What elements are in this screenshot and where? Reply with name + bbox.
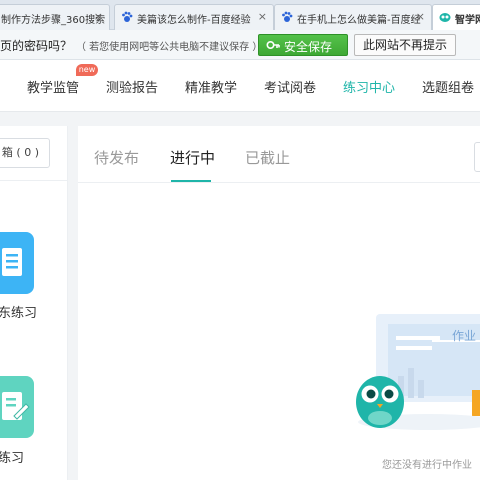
practice-card-1-label[interactable]: 东练习 [0, 302, 37, 321]
close-icon[interactable]: × [416, 10, 425, 23]
box-button[interactable]: 箱 ( 0 ) [0, 138, 50, 168]
panel-gutter [68, 126, 78, 480]
browser-tab-title: 智学网 [455, 15, 480, 26]
browser-tab-title: 制作方法步骤_360搜索 [1, 15, 106, 26]
practice-card-1[interactable] [0, 232, 34, 294]
divider [0, 180, 68, 181]
section-gap [0, 112, 480, 126]
top-nav: 教学监管 new 测验报告 精准教学 考试阅卷 练习中心 选题组卷 [0, 60, 480, 112]
browser-tab-title: 美篇该怎么制作-百度经验 [137, 15, 251, 26]
paw-icon [282, 11, 293, 22]
close-icon[interactable]: × [94, 10, 103, 23]
practice-card-2-label[interactable]: 练习 [0, 447, 24, 466]
nav-item-question-builder[interactable]: 选题组卷 [422, 77, 474, 96]
browser-tab-1[interactable]: 制作方法步骤_360搜索 × [0, 4, 110, 30]
safe-save-button[interactable]: 安全保存 [258, 34, 348, 56]
tab-pending[interactable]: 待发布 [94, 147, 139, 168]
nav-item-exam-grading[interactable]: 考试阅卷 [264, 77, 316, 96]
browser-tab-title: 在手机上怎么做美篇-百度经 [297, 15, 421, 26]
key-icon [266, 40, 280, 50]
main-panel: 待发布 进行中 已截止 您还没有进行中作业 [78, 126, 480, 480]
browser-tab-3[interactable]: 在手机上怎么做美篇-百度经 × [274, 4, 432, 30]
tab-divider [78, 182, 480, 183]
password-prompt: 页的密码吗？ [0, 39, 73, 53]
paw-icon [122, 11, 133, 22]
nav-item-test-report[interactable]: 测验报告 [106, 77, 158, 96]
browser-tab-4[interactable]: 智学网 [432, 4, 480, 30]
never-prompt-button[interactable]: 此网站不再提示 [354, 34, 456, 56]
tab-in-progress[interactable]: 进行中 [170, 147, 215, 168]
edge-button[interactable] [474, 142, 480, 172]
new-badge: new [76, 64, 98, 76]
illustration-label: 作业 [452, 329, 477, 343]
password-note: （ 若您使用网吧等公共电脑不建议保存 ） [76, 42, 263, 53]
nav-item-precision-teaching[interactable]: 精准教学 [185, 77, 237, 96]
password-save-bar: 页的密码吗？ （ 若您使用网吧等公共电脑不建议保存 ） 安全保存 此网站不再提示 [0, 30, 480, 60]
nav-item-supervision[interactable]: 教学监管 [27, 77, 79, 96]
tab-closed[interactable]: 已截止 [245, 147, 290, 168]
browser-tab-strip: 制作方法步骤_360搜索 × 美篇该怎么制作-百度经验 × 在手机上怎么做美篇-… [0, 0, 480, 30]
practice-card-2[interactable] [0, 376, 34, 438]
empty-state-text: 您还没有进行中作业 [382, 460, 472, 471]
safe-save-label: 安全保存 [284, 40, 333, 54]
owl-icon [439, 13, 451, 22]
browser-tab-2[interactable]: 美篇该怎么制作-百度经验 × [114, 4, 274, 30]
close-icon[interactable]: × [258, 10, 267, 23]
nav-item-practice-center[interactable]: 练习中心 [343, 77, 395, 96]
document-icon [2, 248, 22, 276]
edit-document-icon [2, 392, 30, 420]
